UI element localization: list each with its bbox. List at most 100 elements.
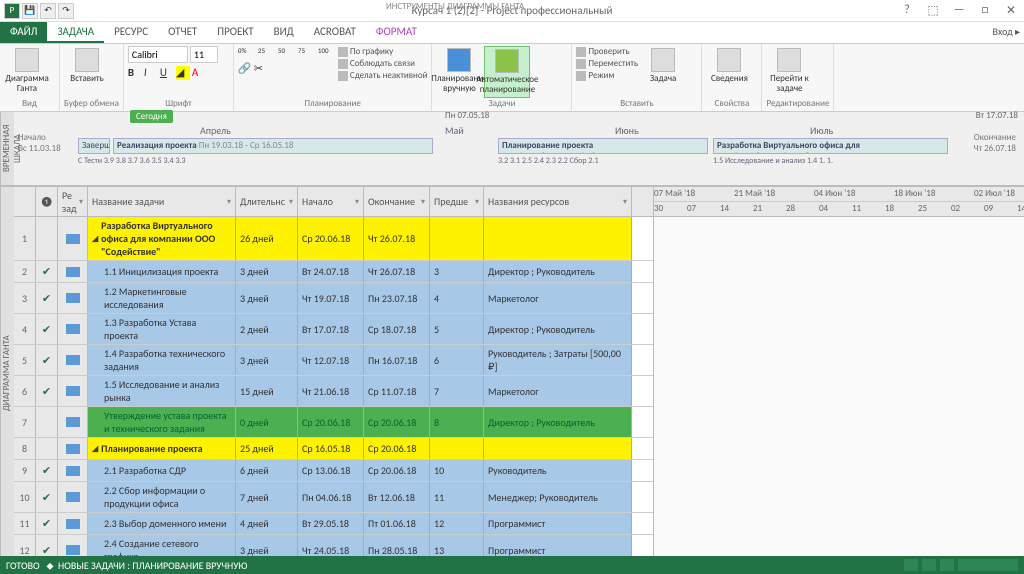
italic-icon[interactable]: I [144,66,158,80]
resource-cell[interactable]: Программист [484,513,632,534]
mode-cell[interactable] [58,314,88,344]
close-icon[interactable]: ✕ [1000,3,1022,18]
task-name-cell[interactable]: 1.2 Маркетинговые исследования [88,283,236,313]
pct0-icon[interactable]: 0% [238,46,256,60]
mode-cell[interactable] [58,217,88,260]
font-color-icon[interactable]: A [192,66,206,80]
gantt-chart[interactable]: 07 Май '1821 Май '1804 Июн '1818 Июн '18… [654,187,1024,560]
move-item[interactable]: Переместить [576,58,638,69]
row-number[interactable]: 1 [14,217,36,260]
table-row[interactable]: 8◢Планирование проекта25 днейСр 16.05.18… [14,438,653,460]
finish-cell[interactable]: Чт 26.07.18 [364,261,430,282]
row-number[interactable]: 10 [14,482,36,512]
paste-button[interactable]: Вставить [64,46,110,86]
task-name-cell[interactable]: Утверждение устава проекта и техническог… [88,407,236,437]
restore-icon[interactable]: □ [974,3,996,18]
table-row[interactable]: 4✔1.3 Разработка Устава проекта2 днейВт … [14,314,653,345]
view-btn-3[interactable] [940,559,954,571]
start-cell[interactable]: Ср 20.06.18 [298,407,364,437]
start-cell[interactable]: Чт 12.07.18 [298,345,364,375]
pred-cell[interactable]: 7 [430,376,484,406]
task-name-cell[interactable]: 2.1 Разработка СДР [88,460,236,481]
gantt-view-button[interactable]: Диаграмма Ганта [4,46,50,96]
col-name[interactable]: Название задачи▾ [88,187,236,216]
duration-cell[interactable]: 2 дней [236,314,298,344]
mode-cell[interactable] [58,482,88,512]
finish-cell[interactable]: Ср 20.06.18 [364,438,430,459]
fill-color-icon[interactable]: ◢ [176,66,190,80]
resource-cell[interactable] [484,217,632,260]
table-row[interactable]: 5✔1.4 Разработка технического задания3 д… [14,345,653,376]
task-name-cell[interactable]: 2.3 Выбор доменного имени [88,513,236,534]
duration-cell[interactable]: 4 дней [236,513,298,534]
pred-cell[interactable]: 11 [430,482,484,512]
mode-cell[interactable] [58,261,88,282]
pred-cell[interactable]: 6 [430,345,484,375]
underline-icon[interactable]: U [160,66,174,80]
task-name-cell[interactable]: ◢Разработка Виртуального офиса для компа… [88,217,236,260]
pred-cell[interactable]: 10 [430,460,484,481]
pct50-icon[interactable]: 50 [278,46,296,60]
pred-cell[interactable]: 3 [430,261,484,282]
pct25-icon[interactable]: 25 [258,46,276,60]
gantt-vtab[interactable]: ДИАГРАММА ГАНТА [0,187,14,560]
finish-cell[interactable]: Вт 12.06.18 [364,482,430,512]
col-resources[interactable]: Названия ресурсов▾ [484,187,632,216]
mode-cell[interactable] [58,407,88,437]
finish-cell[interactable]: Ср 18.07.18 [364,314,430,344]
resource-cell[interactable]: Директор ; Руководитель [484,407,632,437]
col-rownum[interactable] [14,187,36,216]
table-row[interactable]: 11✔2.3 Выбор доменного имени4 днейВт 29.… [14,513,653,535]
task-name-cell[interactable]: 1.5 Исследование и анализ рынка [88,376,236,406]
duration-cell[interactable]: 26 дней [236,217,298,260]
finish-cell[interactable]: Пн 16.07.18 [364,345,430,375]
row-number[interactable]: 2 [14,261,36,282]
auto-schedule-button[interactable]: Автоматическое планирование [484,46,530,98]
mode-cell[interactable] [58,460,88,481]
finish-cell[interactable]: Чт 26.07.18 [364,217,430,260]
table-row[interactable]: 3✔1.2 Маркетинговые исследования3 днейЧт… [14,283,653,314]
col-finish[interactable]: Окончание▾ [364,187,430,216]
task-name-cell[interactable]: 1.4 Разработка технического задания [88,345,236,375]
tab-acrobat[interactable]: ACROBAT [304,22,366,43]
task-insert-button[interactable]: Задача [640,46,686,86]
duration-cell[interactable]: 15 дней [236,376,298,406]
timeline-block-2[interactable]: Реализация проекта Пн 19.03.18 - Ср 16.0… [113,138,433,154]
col-start[interactable]: Начало▾ [298,187,364,216]
table-row[interactable]: 9✔2.1 Разработка СДР6 днейСр 13.06.18Ср … [14,460,653,482]
save-icon[interactable]: 💾 [22,3,38,19]
tab-format[interactable]: ФОРМАТ [366,22,427,43]
pred-cell[interactable]: 8 [430,407,484,437]
mode-cell[interactable] [58,283,88,313]
resource-cell[interactable]: Директор ; Руководитель [484,314,632,344]
col-pred[interactable]: Предше▾ [430,187,484,216]
finish-cell[interactable]: Ср 20.06.18 [364,407,430,437]
task-name-cell[interactable]: 1.3 Разработка Устава проекта [88,314,236,344]
help-icon[interactable]: ? [896,3,918,18]
row-number[interactable]: 9 [14,460,36,481]
task-name-cell[interactable]: 1.1 Иницилизация проекта [88,261,236,282]
start-cell[interactable]: Вт 29.05.18 [298,513,364,534]
font-family-select[interactable] [128,46,188,63]
link-icon[interactable]: 🔗 [238,62,252,76]
col-duration[interactable]: Длительнс▾ [236,187,298,216]
resource-cell[interactable]: Директор ; Руководитель [484,261,632,282]
row-number[interactable]: 11 [14,513,36,534]
table-row[interactable]: 7 Утверждение устава проекта и техническо… [14,407,653,438]
duration-cell[interactable]: 3 дней [236,345,298,375]
pred-cell[interactable]: 5 [430,314,484,344]
finish-cell[interactable]: Пт 01.06.18 [364,513,430,534]
tab-task[interactable]: ЗАДАЧА [47,22,104,43]
table-row[interactable]: 1 ◢Разработка Виртуального офиса для комп… [14,217,653,261]
resource-cell[interactable]: Руководитель ; Затраты [500,00 ₽] [484,345,632,375]
start-cell[interactable]: Ср 20.06.18 [298,217,364,260]
start-cell[interactable]: Чт 19.07.18 [298,283,364,313]
timeline-vtab[interactable]: ВРЕМЕННАЯ ШКАЛА [0,112,14,185]
tab-project[interactable]: ПРОЕКТ [207,22,263,43]
timeline-block-3[interactable]: Планирование проектаСр 16.05.18 - Ср 20.… [498,138,708,154]
pred-cell[interactable]: 4 [430,283,484,313]
table-row[interactable]: 6✔1.5 Исследование и анализ рынка15 дней… [14,376,653,407]
col-mode[interactable]: Ре зад▾ [58,187,88,216]
mode-cell[interactable] [58,376,88,406]
row-number[interactable]: 7 [14,407,36,437]
